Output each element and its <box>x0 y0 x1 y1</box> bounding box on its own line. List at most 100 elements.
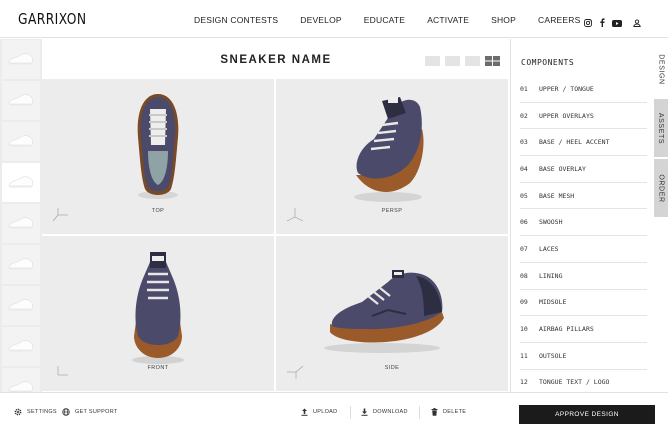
component-number: 04 <box>520 164 528 173</box>
approve-design-button[interactable]: APPROVE DESIGN <box>519 405 655 424</box>
download-label: DOWNLOAD <box>373 409 408 415</box>
sneaker-thumbnail-icon <box>8 381 34 392</box>
sneaker-thumbnail-icon <box>8 135 34 147</box>
get-support-button[interactable]: GET SUPPORT <box>62 408 118 416</box>
brand-logo[interactable]: GARRIXON <box>18 10 86 28</box>
account-icon[interactable] <box>633 14 641 32</box>
grid-view-layout-icon[interactable] <box>485 56 500 66</box>
viewport-top[interactable]: TOP <box>42 79 274 234</box>
gear-icon <box>14 408 22 416</box>
component-item[interactable]: 06 SWOOSH <box>520 209 647 237</box>
design-thumbnail[interactable] <box>2 163 40 202</box>
single-view-layout-icon[interactable] <box>425 56 440 66</box>
upload-button[interactable]: UPLOAD <box>301 408 337 416</box>
viewport-side[interactable]: SIDE <box>276 236 508 391</box>
sneaker-thumbnail-icon <box>8 53 34 65</box>
nav-develop[interactable]: DEVELOP <box>300 15 342 25</box>
globe-icon <box>62 408 70 416</box>
get-support-label: GET SUPPORT <box>75 409 118 415</box>
component-item[interactable]: 02 UPPER OVERLAYS <box>520 103 647 130</box>
component-label: LINING <box>539 271 563 280</box>
axis-gizmo-icon <box>57 366 68 376</box>
component-item[interactable]: 03 BASE / HEEL ACCENT <box>520 129 647 157</box>
view-label-top: TOP <box>151 208 165 214</box>
design-thumbnail-rail <box>0 39 42 392</box>
component-label: MIDSOLE <box>539 298 567 307</box>
component-label: SWOOSH <box>539 218 563 227</box>
component-item[interactable]: 12 TONGUE TEXT / LOGO <box>520 370 647 392</box>
component-number: 08 <box>520 271 528 280</box>
viewport-front[interactable]: FRONT <box>42 236 274 391</box>
view-label-front: FRONT <box>147 365 169 371</box>
component-item[interactable]: 07 LACES <box>520 236 647 263</box>
design-thumbnail[interactable] <box>2 368 40 392</box>
view-label-persp: PERSP <box>381 208 403 214</box>
download-icon <box>361 408 368 416</box>
axis-gizmo-icon <box>286 208 304 222</box>
nav-careers[interactable]: CAREERS <box>538 15 581 25</box>
tab-order-label: ORDER <box>657 173 665 203</box>
sneaker-thumbnail-icon <box>8 299 34 311</box>
main-nav: DESIGN CONTESTS DEVELOP EDUCATE ACTIVATE… <box>194 15 602 25</box>
component-number: 06 <box>520 218 528 227</box>
components-panel: COMPONENTS 01 UPPER / TONGUE 02 UPPER OVERL… <box>510 39 654 392</box>
design-thumbnail[interactable] <box>2 286 40 325</box>
toolbar-divider <box>419 406 420 419</box>
sneaker-thumbnail-icon <box>8 94 34 106</box>
tab-assets[interactable]: ASSETS <box>654 99 668 157</box>
components-title: COMPONENTS <box>521 58 575 67</box>
axis-gizmo-icon <box>52 208 68 222</box>
upload-icon <box>301 408 308 416</box>
download-button[interactable]: DOWNLOAD <box>361 408 408 416</box>
design-thumbnail[interactable] <box>2 204 40 243</box>
component-number: 09 <box>520 298 528 307</box>
component-item[interactable]: 05 BASE MESH <box>520 183 647 210</box>
settings-label: SETTINGS <box>27 409 57 415</box>
split-view-layout-icon[interactable] <box>445 56 460 66</box>
component-number: 03 <box>520 138 528 147</box>
design-thumbnail[interactable] <box>2 40 40 79</box>
component-item[interactable]: 09 MIDSOLE <box>520 290 647 317</box>
component-label: UPPER / TONGUE <box>539 84 594 93</box>
component-label: BASE MESH <box>539 191 575 200</box>
component-item[interactable]: 04 BASE OVERLAY <box>520 156 647 183</box>
youtube-icon[interactable] <box>612 14 622 32</box>
component-number: 01 <box>520 84 528 93</box>
facebook-icon[interactable] <box>599 14 605 32</box>
sneaker-thumbnail-icon <box>8 258 34 270</box>
component-item[interactable]: 11 OUTSOLE <box>520 343 647 370</box>
viewport-persp[interactable]: PERSP <box>276 79 508 234</box>
component-item[interactable]: 08 LINING <box>520 263 647 290</box>
delete-button[interactable]: DELETE <box>431 408 466 416</box>
trash-icon <box>431 408 438 416</box>
tab-design[interactable]: DESIGN <box>654 39 668 99</box>
component-number: 07 <box>520 244 528 253</box>
component-number: 02 <box>520 111 528 120</box>
component-label: AIRBAG PILLARS <box>539 325 594 334</box>
component-number: 12 <box>520 378 528 387</box>
component-item[interactable]: 10 AIRBAG PILLARS <box>520 316 647 343</box>
tab-assets-label: ASSETS <box>657 112 665 144</box>
sneaker-thumbnail-icon <box>8 176 34 188</box>
nav-educate[interactable]: EDUCATE <box>364 15 405 25</box>
component-number: 11 <box>520 351 528 360</box>
design-thumbnail[interactable] <box>2 81 40 120</box>
upload-label: UPLOAD <box>313 409 338 415</box>
nav-shop[interactable]: SHOP <box>491 15 516 25</box>
component-label: BASE OVERLAY <box>539 164 586 173</box>
tab-order[interactable]: ORDER <box>654 159 668 217</box>
design-thumbnail[interactable] <box>2 245 40 284</box>
viewport-grid: TOP PERSP FRONT SIDE <box>42 79 510 392</box>
component-item[interactable]: 01 UPPER / TONGUE <box>520 76 647 103</box>
design-thumbnail[interactable] <box>2 327 40 366</box>
compare-view-layout-icon[interactable] <box>465 56 480 66</box>
component-label: LACES <box>539 244 559 253</box>
nav-activate[interactable]: ACTIVATE <box>427 15 469 25</box>
panel-tabs: DESIGN ASSETS ORDER <box>654 39 668 392</box>
component-label: OUTSOLE <box>539 351 567 360</box>
component-label: UPPER OVERLAYS <box>539 111 594 120</box>
nav-design-contests[interactable]: DESIGN CONTESTS <box>194 15 278 25</box>
instagram-icon[interactable] <box>584 14 592 32</box>
settings-button[interactable]: SETTINGS <box>14 408 57 416</box>
design-thumbnail[interactable] <box>2 122 40 161</box>
